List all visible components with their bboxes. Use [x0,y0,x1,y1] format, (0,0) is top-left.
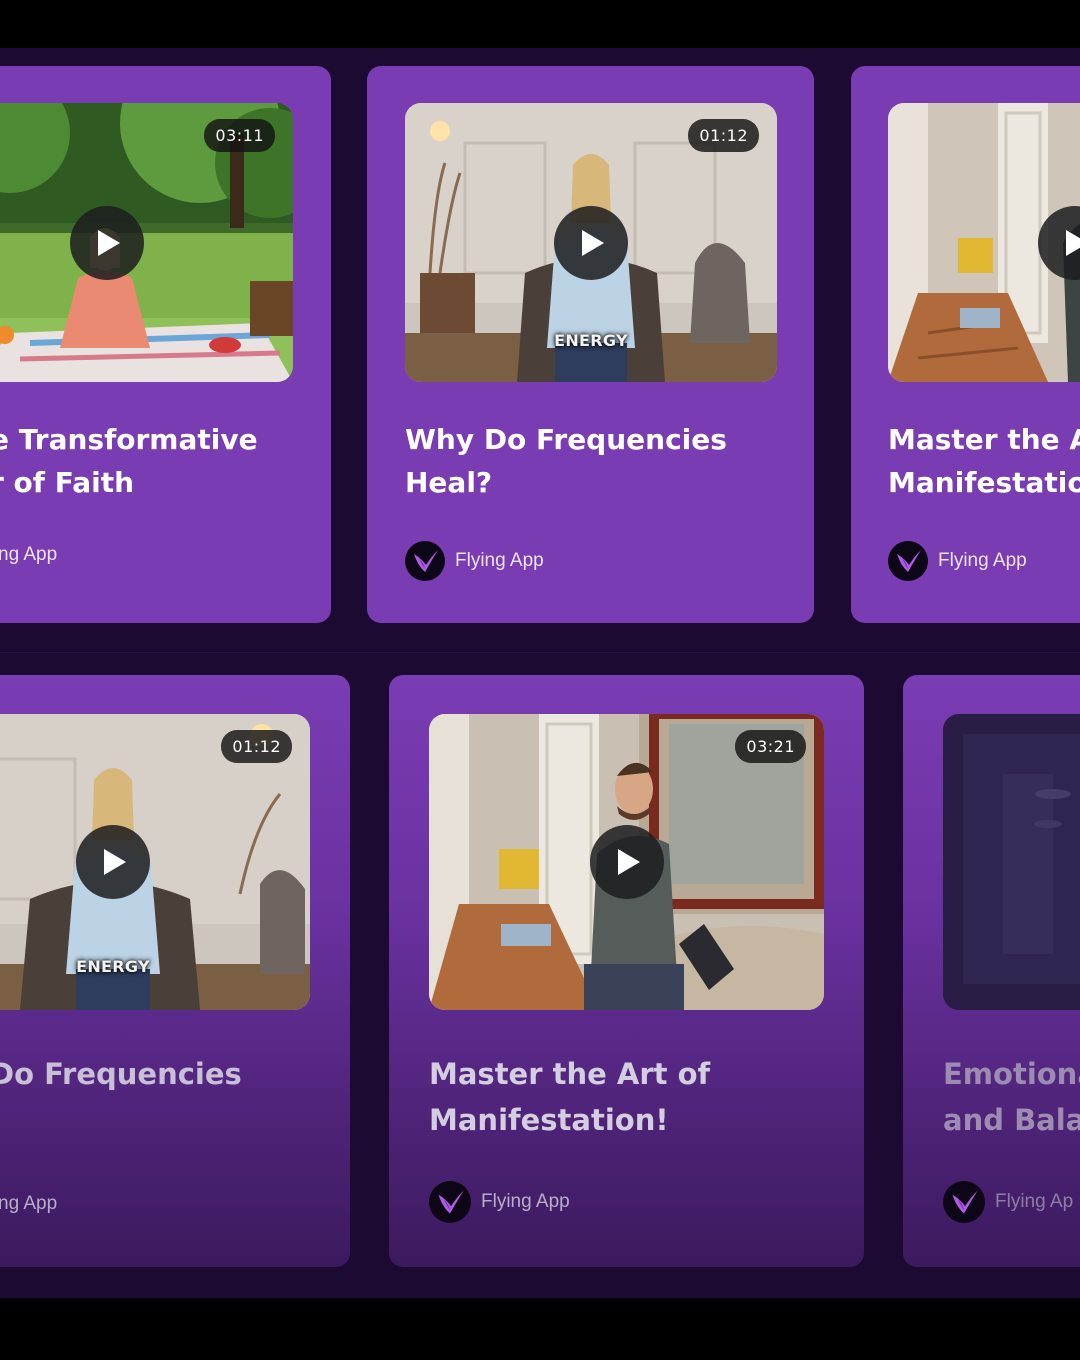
video-author: Flying App [405,541,544,581]
video-duration: 03:21 [735,730,806,763]
flying-app-logo-icon [429,1181,471,1223]
play-icon [1064,228,1080,258]
flying-app-logo-icon [405,541,445,581]
play-button[interactable] [70,206,144,280]
video-card[interactable]: 03:11 e Transformative r of Faith ng App [0,66,331,623]
author-name: ng App [0,1193,58,1214]
play-icon [102,847,128,877]
video-title: Why Do Frequencies Heal? [405,423,727,499]
video-thumbnail[interactable]: ENERGY 01:12 [405,103,777,382]
video-thumbnail[interactable] [888,103,1080,382]
bottom-bar [0,1298,1080,1360]
author-name: Flying Ap [995,1191,1074,1212]
video-thumbnail[interactable]: ENERGY 01:12 [0,714,310,1010]
play-button[interactable] [590,825,664,899]
video-author: ng App [0,544,57,566]
video-title: Master the Ar Manifestation [888,423,1080,499]
video-thumbnail[interactable]: 03:11 [0,103,293,382]
video-author: Flying App [888,541,1027,581]
video-title: Do Frequencies [0,1057,242,1091]
author-name: Flying App [938,550,1027,571]
video-card[interactable]: ENERGY 01:12 Do Frequencies ng App [0,675,350,1267]
author-name: Flying App [455,550,544,571]
play-icon [616,847,642,877]
video-title: e Transformative r of Faith [0,423,258,499]
video-thumbnail[interactable] [943,714,1080,1010]
video-thumbnail[interactable]: 03:21 [429,714,824,1010]
video-author: ng App [0,1193,57,1215]
video-grid: 03:11 e Transformative r of Faith ng App [0,48,1080,1298]
play-button[interactable] [76,825,150,899]
play-button[interactable] [554,206,628,280]
play-icon [96,228,122,258]
video-card[interactable]: 03:21 Master the Art of Manifestation! F… [389,675,864,1267]
video-card[interactable]: ENERGY 01:12 Why Do Frequencies Heal? Fl… [367,66,814,623]
video-duration: 01:12 [221,730,292,763]
flying-app-logo-icon [943,1181,985,1223]
play-icon [580,228,606,258]
author-name: ng App [0,544,58,565]
video-title: Master the Art of Manifestation! [429,1057,711,1137]
video-author: Flying App [429,1181,570,1223]
video-card[interactable]: Master the Ar Manifestation Flying App [851,66,1080,623]
video-duration: 03:11 [204,119,275,152]
video-caption: ENERGY [554,331,628,350]
video-author: Flying Ap [943,1181,1073,1223]
video-caption: ENERGY [76,957,150,976]
video-card[interactable]: Emotiona and Bala Flying Ap [903,675,1080,1267]
video-duration: 01:12 [688,119,759,152]
video-row-1: 03:11 e Transformative r of Faith ng App [0,48,1080,650]
video-title: Emotiona and Bala [943,1057,1080,1137]
video-row-2: ENERGY 01:12 Do Frequencies ng App 03:21… [0,652,1080,1298]
author-name: Flying App [481,1191,570,1212]
flying-app-logo-icon [888,541,928,581]
